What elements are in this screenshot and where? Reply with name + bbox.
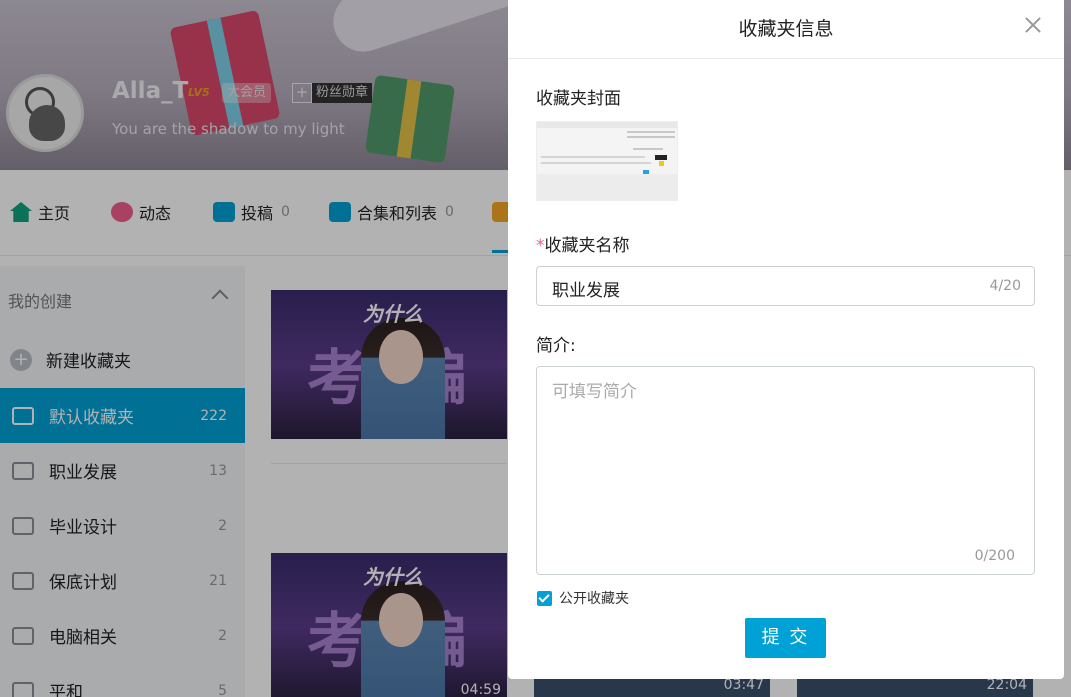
intro-label: 简介: [536,336,576,356]
submit-button[interactable]: 提 交 [745,618,826,658]
cover-art [655,155,667,160]
cover-art [627,131,675,133]
cover-art [541,156,645,158]
public-folder-label: 公开收藏夹 [559,591,629,607]
checkbox-checked-icon[interactable] [537,590,552,606]
required-mark: * [536,236,545,256]
cover-art [541,162,651,164]
cover-art [537,122,677,128]
page: Alla_T LV5 大会员 + 粉丝勋章 You are the shadow… [0,0,1071,697]
name-label: *收藏夹名称 [536,231,630,256]
intro-textarea[interactable]: 可填写简介 0/200 [536,366,1035,575]
name-label-text: 收藏夹名称 [544,236,630,256]
divider [508,58,1064,59]
cover-art [627,136,675,138]
intro-char-count: 0/200 [974,548,1015,564]
public-folder-checkbox[interactable]: 公开收藏夹 [537,588,629,608]
name-char-count: 4/20 [989,278,1021,294]
intro-placeholder: 可填写简介 [552,382,637,402]
folder-info-dialog: 收藏夹信息 收藏夹封面 *收藏夹名称 职业发展 4/20 简介: 可填写简介 0… [508,0,1064,679]
cover-label: 收藏夹封面 [536,89,621,109]
cover-art [633,148,663,150]
cover-art [537,174,677,200]
cover-image[interactable] [536,121,678,201]
close-icon[interactable] [1022,14,1044,36]
folder-name-input[interactable]: 职业发展 4/20 [536,266,1035,306]
dialog-title: 收藏夹信息 [738,18,834,40]
folder-name-value: 职业发展 [552,281,620,301]
cover-art [659,161,664,166]
